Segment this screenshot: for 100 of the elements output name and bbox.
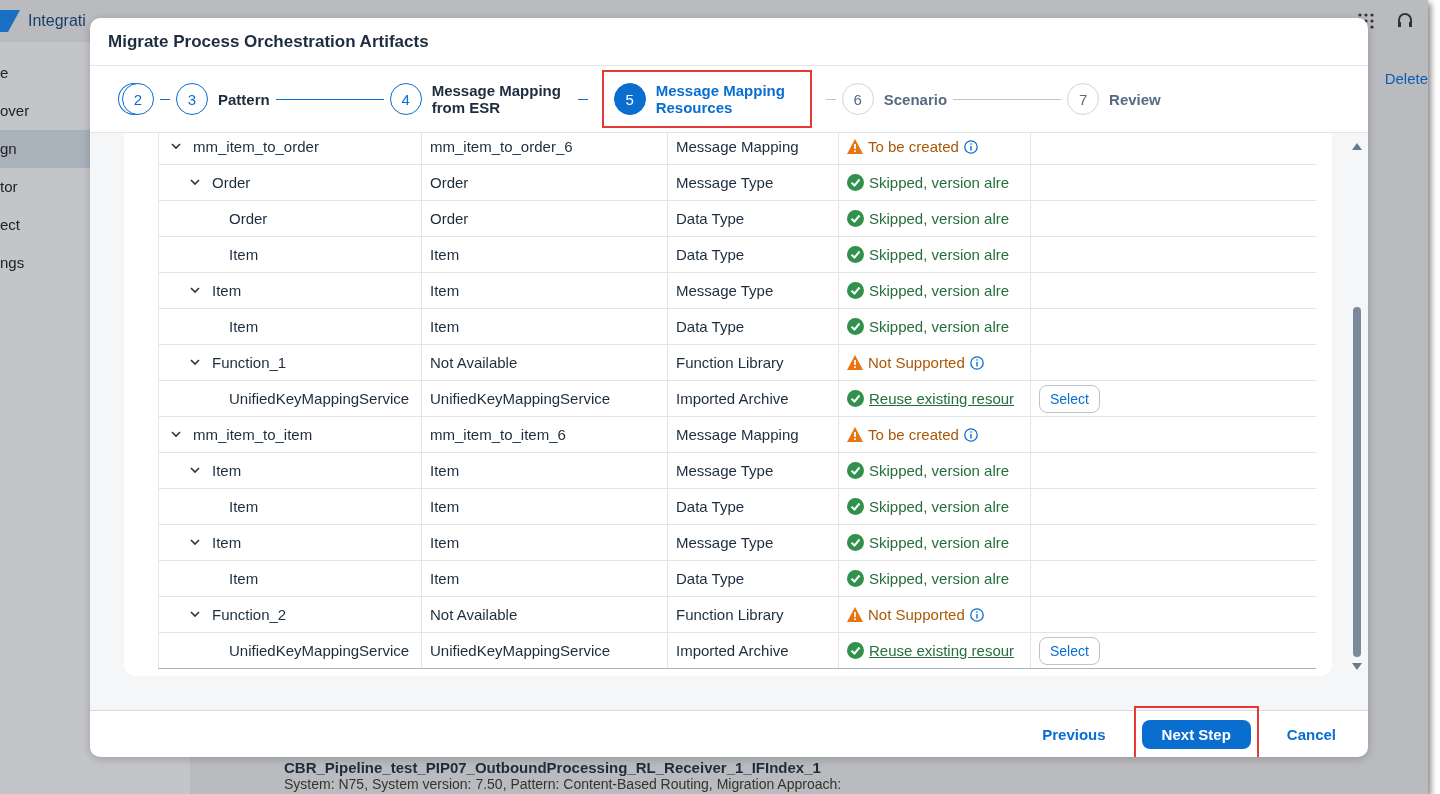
table-cell-text: Item [229,318,260,335]
wizard-step[interactable]: 3 Pattern [176,83,270,115]
chevron-down-icon[interactable] [190,539,200,546]
status-text: Skipped, version alre [869,534,1010,551]
table-cell-text: Item [212,462,243,479]
status-text: Skipped, version alre [869,462,1010,479]
table-cell: Data Type [676,210,745,227]
scroll-down-icon[interactable] [1352,663,1362,670]
table-cell-text: Order [212,174,252,191]
delete-link[interactable]: Delete [1384,70,1428,87]
check-circle-icon [847,174,864,191]
chevron-down-icon[interactable] [190,359,200,366]
status-text: To be created [868,426,959,443]
table-cell: Item [430,282,460,299]
warning-icon [847,139,863,154]
warning-icon [847,355,863,370]
table-cell-text: Item [229,498,260,515]
table-cell: Message Mapping [676,138,799,155]
chevron-down-icon[interactable] [190,179,200,186]
table-cell: Order [430,174,469,191]
select-button[interactable]: Select [1039,384,1100,413]
wizard-step[interactable]: 6 Scenario [841,83,948,115]
wizard-step[interactable]: 4 Message Mapping from ESR [389,82,572,116]
next-step-button[interactable]: Next Step [1141,719,1251,749]
status-text: Skipped, version alre [869,282,1010,299]
check-circle-icon [847,246,864,263]
status-text: Skipped, version alre [869,498,1010,515]
table-cell: Message Type [676,534,774,551]
table-cell: Item [430,246,460,263]
artifact-title: CBR_Pipeline_test_PIP07_OutboundProcessing_RL_Receiver_1_IFIndex_1 [284,759,822,776]
table-cell: Item [430,570,460,587]
table-cell-text: Function_1 [212,354,288,371]
warning-icon [847,427,863,442]
table-cell: Message Mapping [676,426,799,443]
table-cell-text: Item [212,282,243,299]
table-cell-text: Function_2 [212,606,288,623]
chevron-down-icon[interactable] [171,143,181,150]
table-cell-text: mm_item_to_order [193,138,320,155]
table-cell-text: mm_item_to_item [193,426,314,443]
chevron-down-icon[interactable] [171,431,181,438]
table-cell: Item [430,462,460,479]
info-icon[interactable] [963,427,978,442]
table-cell: Item [430,498,460,515]
check-circle-icon [847,210,864,227]
previous-button[interactable]: Previous [1030,719,1118,749]
check-circle-icon [847,282,864,299]
dialog-title: Migrate Process Orchestration Artifacts [108,31,429,52]
table-cell-text: Item [212,534,243,551]
table-cell: Data Type [676,318,745,335]
scroll-up-icon[interactable] [1352,143,1362,150]
info-icon[interactable] [969,355,984,370]
status-text: Skipped, version alre [869,570,1010,587]
info-icon[interactable] [969,607,984,622]
table-cell-text: Item [229,246,260,263]
table-cell: Function Library [676,606,784,623]
select-button[interactable]: Select [1039,636,1100,665]
check-circle-icon [847,570,864,587]
table-cell: Data Type [676,498,745,515]
wizard-step[interactable]: 7 Review [1067,83,1161,115]
status-text: Skipped, version alre [869,210,1010,227]
table-cell: Function Library [676,354,784,371]
table-cell: Data Type [676,246,745,263]
logo-icon [0,10,20,32]
app-title: Integrati [28,12,86,30]
check-circle-icon [847,462,864,479]
info-icon[interactable] [963,139,978,154]
table-cell: Not Available [430,354,518,371]
wizard-step[interactable]: 2 [122,83,154,115]
headset-icon[interactable] [1396,12,1414,30]
table-cell: UnifiedKeyMappingService [430,390,611,407]
status-text: To be created [868,138,959,155]
table-cell: mm_item_to_item_6 [430,426,566,443]
chevron-down-icon[interactable] [190,467,200,474]
table-cell: Item [430,318,460,335]
table-cell: Order [430,210,469,227]
table-cell-text: UnifiedKeyMappingService [229,390,411,407]
chevron-down-icon[interactable] [190,611,200,618]
table-cell: Not Available [430,606,518,623]
table-cell: Imported Archive [676,642,789,659]
table-cell: Item [430,534,460,551]
status-text: Not Supported [868,606,965,623]
status-text: Skipped, version alre [869,246,1010,263]
status-text: Not Supported [868,354,965,371]
table-cell: UnifiedKeyMappingService [430,642,611,659]
artifact-details: System: N75, System version: 7.50, Pattern: Content-Based Routing, Migration Approach: [284,776,843,792]
chevron-down-icon[interactable] [190,287,200,294]
table-cell: Message Type [676,462,774,479]
table-cell: Message Type [676,282,774,299]
table-cell: Data Type [676,570,745,587]
reuse-link[interactable]: Reuse existing resour [869,642,1015,659]
cancel-button[interactable]: Cancel [1274,719,1348,749]
check-circle-icon [847,390,864,407]
wizard-step[interactable]: 5 Message Mapping Resources [613,82,796,116]
check-circle-icon [847,498,864,515]
table-cell: Message Type [676,174,774,191]
table-cell-text: Order [229,210,269,227]
check-circle-icon [847,318,864,335]
reuse-link[interactable]: Reuse existing resour [869,390,1015,407]
status-text: Skipped, version alre [869,318,1010,335]
table-cell-text: Item [229,570,260,587]
